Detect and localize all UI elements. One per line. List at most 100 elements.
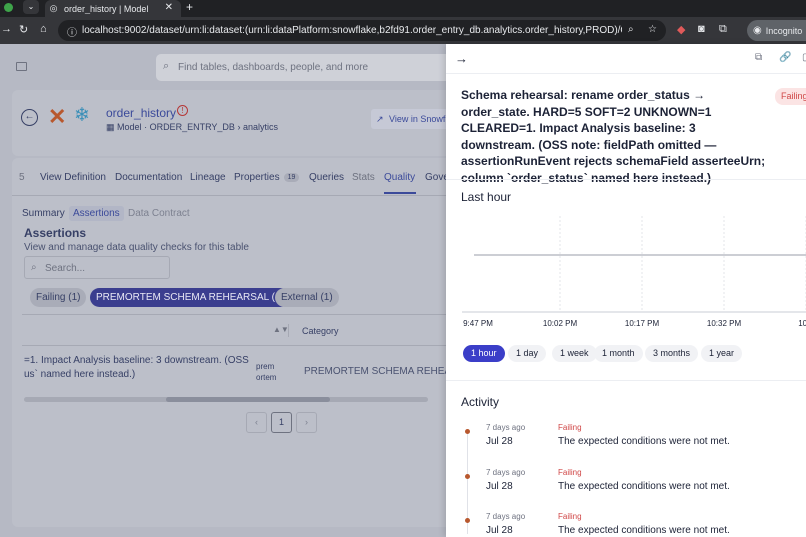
- last-hour-title: Last hour: [461, 190, 512, 204]
- chart-x-tick-label: 10:32 PM: [707, 319, 742, 328]
- range-3-months[interactable]: 3 months: [645, 345, 699, 362]
- subtab-assertions[interactable]: Assertions: [69, 206, 124, 221]
- assertions-table-header: ▲▼ Category: [22, 314, 452, 346]
- activity-status: Failing: [558, 468, 582, 477]
- extension-icon[interactable]: ◆: [677, 23, 685, 36]
- row-description-line-2: us` named here instead.): [24, 369, 136, 380]
- health-warning-icon[interactable]: !: [177, 105, 188, 116]
- range-1-month[interactable]: 1 month: [594, 345, 643, 362]
- column-category[interactable]: Category: [302, 326, 339, 336]
- tab-view-definition[interactable]: View Definition: [40, 172, 106, 183]
- tab-properties-label: Properties: [234, 172, 280, 183]
- activity-item[interactable]: 7 days ago Jul 28 Failing The expected c…: [446, 422, 806, 466]
- incognito-icon: ◉: [753, 25, 762, 36]
- window-control-icon[interactable]: [4, 3, 13, 12]
- timeline-dot-icon: [465, 518, 470, 523]
- row-source-line-2: ortem: [256, 373, 277, 382]
- sidebar-toggle-icon[interactable]: [16, 62, 27, 71]
- new-tab-icon[interactable]: +: [186, 0, 193, 15]
- asset-type: Model: [117, 122, 142, 132]
- range-1-hour[interactable]: 1 hour: [463, 345, 505, 362]
- tab-lineage[interactable]: Lineage: [190, 172, 226, 183]
- tab-title: order_history | Model: [64, 3, 149, 14]
- timeline-dot-icon: [465, 429, 470, 434]
- filter-premortem[interactable]: PREMORTEM SCHEMA REHEARSAL (1): [90, 288, 290, 307]
- close-drawer-icon[interactable]: →: [455, 51, 468, 66]
- chart-x-tick-label: 10:02 PM: [543, 319, 578, 328]
- assertions-subtitle: View and manage data quality checks for …: [24, 242, 249, 253]
- scrollbar-thumb[interactable]: [166, 397, 330, 402]
- search-icon: ⌕: [163, 60, 170, 72]
- address-bar[interactable]: ⓘ localhost:9002/dataset/urn:li:dataset:…: [58, 20, 666, 41]
- asset-meta: ▦ Model · ORDER_ENTRY_DB › analytics: [106, 122, 278, 132]
- open-external-icon[interactable]: ⧉: [755, 52, 762, 63]
- forward-icon[interactable]: →: [1, 23, 12, 35]
- range-1-year[interactable]: 1 year: [701, 345, 743, 362]
- activity-status: Failing: [558, 512, 582, 521]
- site-info-icon[interactable]: ⓘ: [67, 24, 77, 39]
- activity-date: Jul 28: [486, 436, 513, 447]
- properties-count-badge: 19: [283, 173, 300, 182]
- external-link-icon: ↗: [376, 114, 384, 124]
- puzzle-extensions-icon[interactable]: ⧉: [719, 23, 727, 36]
- activity-item[interactable]: 7 days ago Jul 28 Failing The expected c…: [446, 467, 806, 511]
- horizontal-scrollbar[interactable]: [24, 397, 428, 402]
- asset-database[interactable]: ORDER_ENTRY_DB: [150, 122, 235, 132]
- browser-toolbar: → ↻ ⌂ ⓘ localhost:9002/dataset/urn:li:da…: [0, 17, 806, 44]
- asset-header-card: ← ✕ ❄ order_history ! ▦ Model · ORDER_EN…: [12, 90, 461, 156]
- browser-tab-bar: ⌄ ◎ order_history | Model ✕ +: [0, 0, 806, 17]
- close-tab-icon[interactable]: ✕: [165, 2, 173, 13]
- next-page-button[interactable]: ›: [296, 412, 317, 433]
- reload-icon[interactable]: ↻: [19, 23, 28, 36]
- subtab-summary[interactable]: Summary: [22, 208, 65, 219]
- entity-tabs: 5 View Definition Documentation Lineage …: [12, 158, 452, 196]
- back-icon[interactable]: ←: [21, 109, 38, 126]
- table-row[interactable]: =1. Impact Analysis baseline: 3 downstre…: [24, 354, 254, 382]
- range-1-day[interactable]: 1 day: [508, 345, 547, 362]
- row-source-line-1: prem: [256, 362, 275, 371]
- activity-message: The expected conditions were not met.: [558, 436, 730, 447]
- browser-tab[interactable]: ◎ order_history | Model ✕: [45, 0, 181, 17]
- assertion-detail-drawer: → ⧉ 🔗 ▢ Schema rehearsal: rename order_s…: [446, 44, 806, 537]
- assertions-title: Assertions: [24, 226, 87, 240]
- page-1-button[interactable]: 1: [271, 412, 292, 433]
- zoom-icon[interactable]: ⌕: [628, 24, 634, 35]
- sort-icon[interactable]: ▲▼: [273, 325, 289, 334]
- tab-stats[interactable]: Stats: [352, 172, 375, 183]
- search-icon: ⌕: [31, 262, 37, 273]
- snowflake-logo-icon: ❄: [74, 105, 90, 126]
- range-1-week[interactable]: 1 week: [552, 345, 597, 362]
- divider: [446, 380, 806, 381]
- copy-link-icon[interactable]: 🔗: [779, 52, 791, 63]
- assertion-run-chart: 9:47 PM 10:02 PM 10:17 PM 10:32 PM 10:4: [446, 212, 806, 332]
- status-badge: Failing: [775, 88, 806, 105]
- activity-message: The expected conditions were not met.: [558, 481, 730, 492]
- activity-date: Jul 28: [486, 481, 513, 492]
- camera-icon[interactable]: ◙: [698, 23, 705, 35]
- assertions-search-input[interactable]: ⌕ Search...: [24, 256, 170, 279]
- activity-title: Activity: [461, 395, 500, 409]
- search-placeholder: Find tables, dashboards, people, and mor…: [178, 62, 369, 73]
- url-text: localhost:9002/dataset/urn:li:dataset:(u…: [82, 25, 622, 36]
- assertion-title: Schema rehearsal: rename order_status → …: [461, 88, 766, 185]
- more-icon[interactable]: ▢: [802, 52, 806, 63]
- subtab-data-contract[interactable]: Data Contract: [128, 208, 190, 219]
- filter-failing[interactable]: Failing (1): [30, 288, 87, 307]
- bookmark-star-icon[interactable]: ☆: [648, 24, 657, 35]
- asset-schema[interactable]: analytics: [243, 122, 278, 132]
- tab-quality[interactable]: Quality: [384, 172, 415, 183]
- tab-documentation[interactable]: Documentation: [115, 172, 182, 183]
- activity-item[interactable]: 7 days ago Jul 28 Failing The expected c…: [446, 511, 806, 537]
- tab-queries[interactable]: Queries: [309, 172, 344, 183]
- tab-search-icon[interactable]: ⌄: [23, 0, 39, 14]
- global-search-input[interactable]: ⌕ Find tables, dashboards, people, and m…: [156, 54, 456, 81]
- filter-external[interactable]: External (1): [275, 288, 339, 307]
- asset-name[interactable]: order_history: [106, 106, 176, 120]
- activity-ago: 7 days ago: [486, 468, 526, 477]
- home-icon[interactable]: ⌂: [40, 23, 47, 35]
- chart-x-tick-label: 9:47 PM: [463, 319, 493, 328]
- incognito-badge[interactable]: ◉ Incognito: [747, 20, 806, 41]
- prev-page-button[interactable]: ‹: [246, 412, 267, 433]
- tab-count[interactable]: 5: [19, 172, 25, 183]
- tab-properties[interactable]: Properties 19: [234, 172, 300, 183]
